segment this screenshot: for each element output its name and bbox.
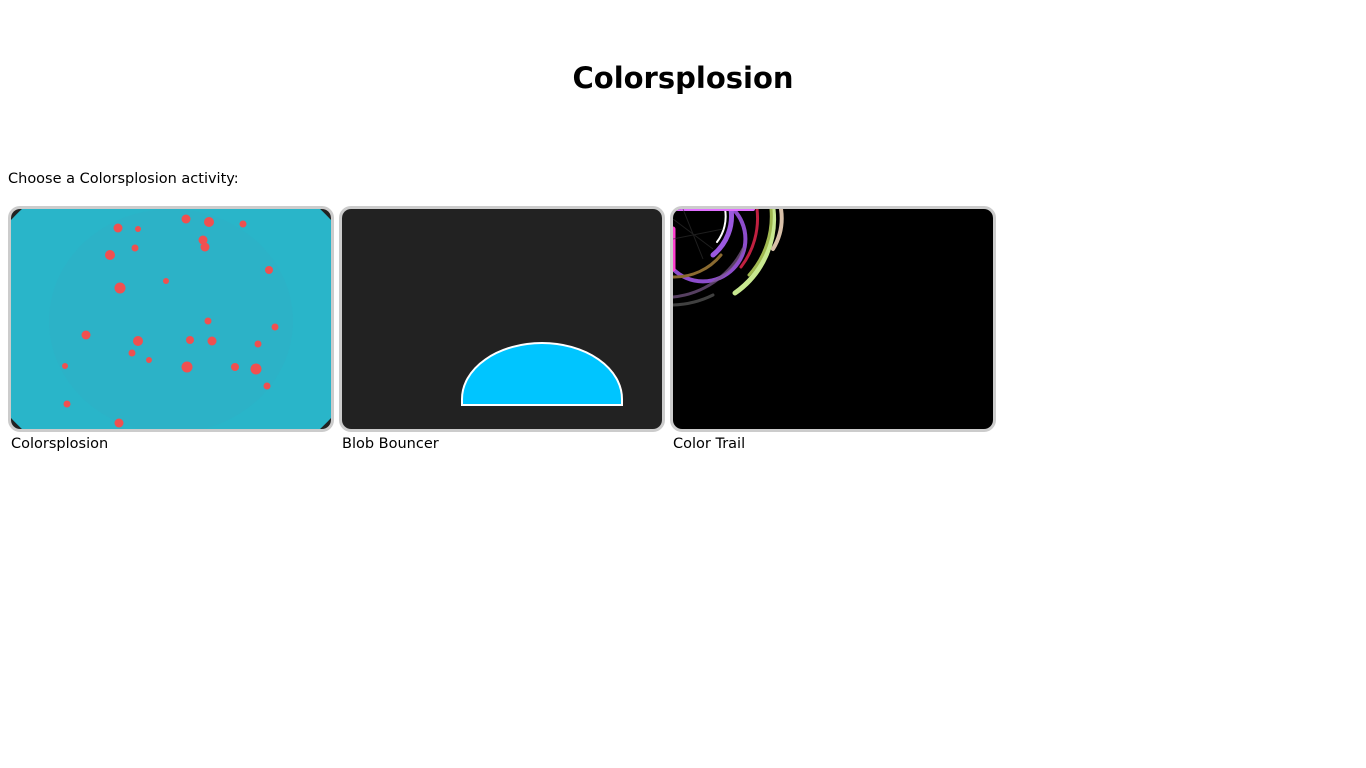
- activity-card-colorsplosion[interactable]: Colorsplosion: [8, 206, 334, 453]
- activity-card-blob-bouncer[interactable]: Blob Bouncer: [339, 206, 665, 453]
- activity-prompt: Choose a Colorsplosion activity:: [8, 171, 239, 187]
- color-trail-thumbnail[interactable]: [670, 206, 996, 432]
- activity-card-color-trail[interactable]: Color Trail: [670, 206, 996, 453]
- blob-bouncer-thumbnail[interactable]: [339, 206, 665, 432]
- activity-label-colorsplosion[interactable]: Colorsplosion: [8, 435, 334, 453]
- activity-label-color-trail[interactable]: Color Trail: [670, 435, 996, 453]
- activity-label-blob-bouncer[interactable]: Blob Bouncer: [339, 435, 665, 453]
- activity-list: Colorsplosion Blob Bouncer Color Trail: [8, 206, 996, 453]
- color-trail-preview-image: [673, 209, 993, 429]
- page-title: Colorsplosion: [572, 61, 794, 95]
- colorsplosion-thumbnail[interactable]: [8, 206, 334, 432]
- colorsplosion-preview-image: [11, 209, 331, 429]
- blob-bouncer-preview-image: [342, 209, 662, 429]
